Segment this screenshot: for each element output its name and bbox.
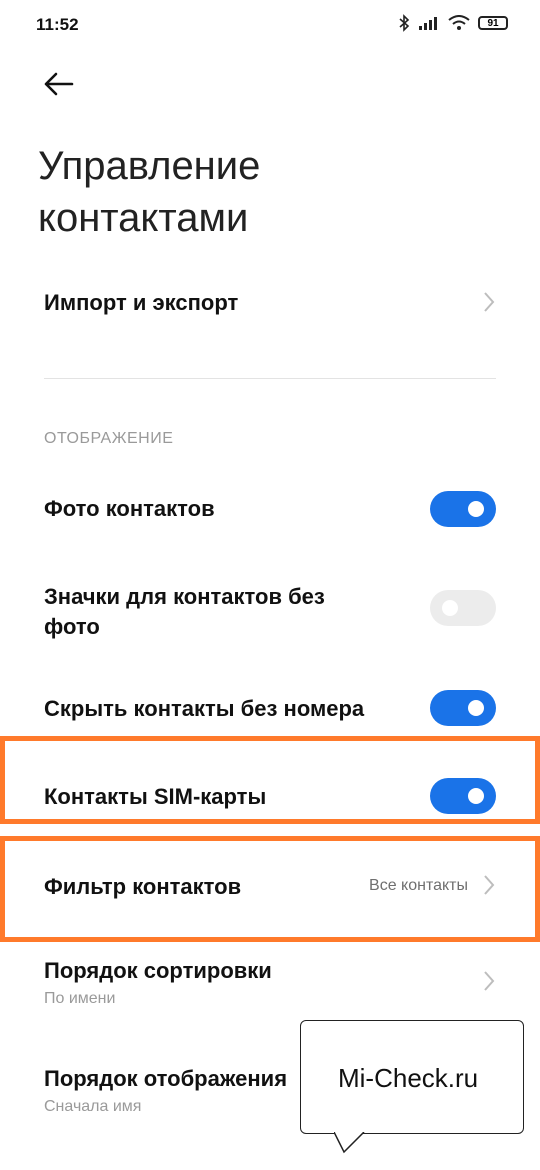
sim-contacts-row[interactable]: Контакты SIM-карты [0, 760, 540, 816]
sort-order-value: По имени [44, 990, 116, 1007]
icons-no-photo-row[interactable]: Значки для контактов без фото [0, 576, 540, 648]
watermark-text: Mi-Check.ru [338, 1063, 479, 1093]
divider [44, 378, 496, 379]
chevron-right-icon [484, 875, 495, 895]
display-order-value: Сначала имя [44, 1098, 142, 1115]
sim-contacts-label: Контакты SIM-карты [44, 784, 267, 809]
chevron-right-icon [484, 292, 495, 312]
import-export-row[interactable]: Импорт и экспорт [0, 276, 540, 336]
section-header-display: ОТОБРАЖЕНИЕ [44, 430, 174, 447]
battery-icon: 91 [478, 16, 508, 30]
icons-no-photo-toggle[interactable] [430, 590, 496, 626]
sort-order-label: Порядок сортировки [44, 958, 272, 983]
contact-filter-value: Все контакты [369, 877, 468, 894]
wifi-icon [448, 15, 470, 30]
contact-photos-row[interactable]: Фото контактов [0, 482, 540, 538]
callout-tail [334, 1132, 365, 1154]
contact-filter-label: Фильтр контактов [44, 874, 242, 899]
hide-no-number-toggle[interactable] [430, 690, 496, 726]
hide-no-number-label: Скрыть контакты без номера [44, 696, 365, 721]
status-icons: 91 [398, 14, 508, 32]
contact-photos-label: Фото контактов [44, 496, 215, 521]
import-export-label: Импорт и экспорт [44, 290, 239, 315]
contact-filter-row[interactable]: Фильтр контактов Все контакты [0, 860, 540, 916]
back-arrow-icon[interactable] [40, 66, 76, 102]
status-time: 11:52 [36, 15, 79, 34]
icons-no-photo-label: Значки для контактов без фото [44, 584, 325, 639]
page-title: Управление контактами [38, 144, 261, 240]
sim-contacts-toggle[interactable] [430, 778, 496, 814]
sort-order-row[interactable]: Порядок сортировки По имени [0, 956, 540, 1016]
signal-icon [419, 17, 437, 30]
contact-photos-toggle[interactable] [430, 491, 496, 527]
bluetooth-icon [399, 14, 410, 32]
display-order-label: Порядок отображения [44, 1066, 288, 1091]
hide-no-number-row[interactable]: Скрыть контакты без номера [0, 682, 540, 738]
chevron-right-icon [484, 971, 495, 991]
